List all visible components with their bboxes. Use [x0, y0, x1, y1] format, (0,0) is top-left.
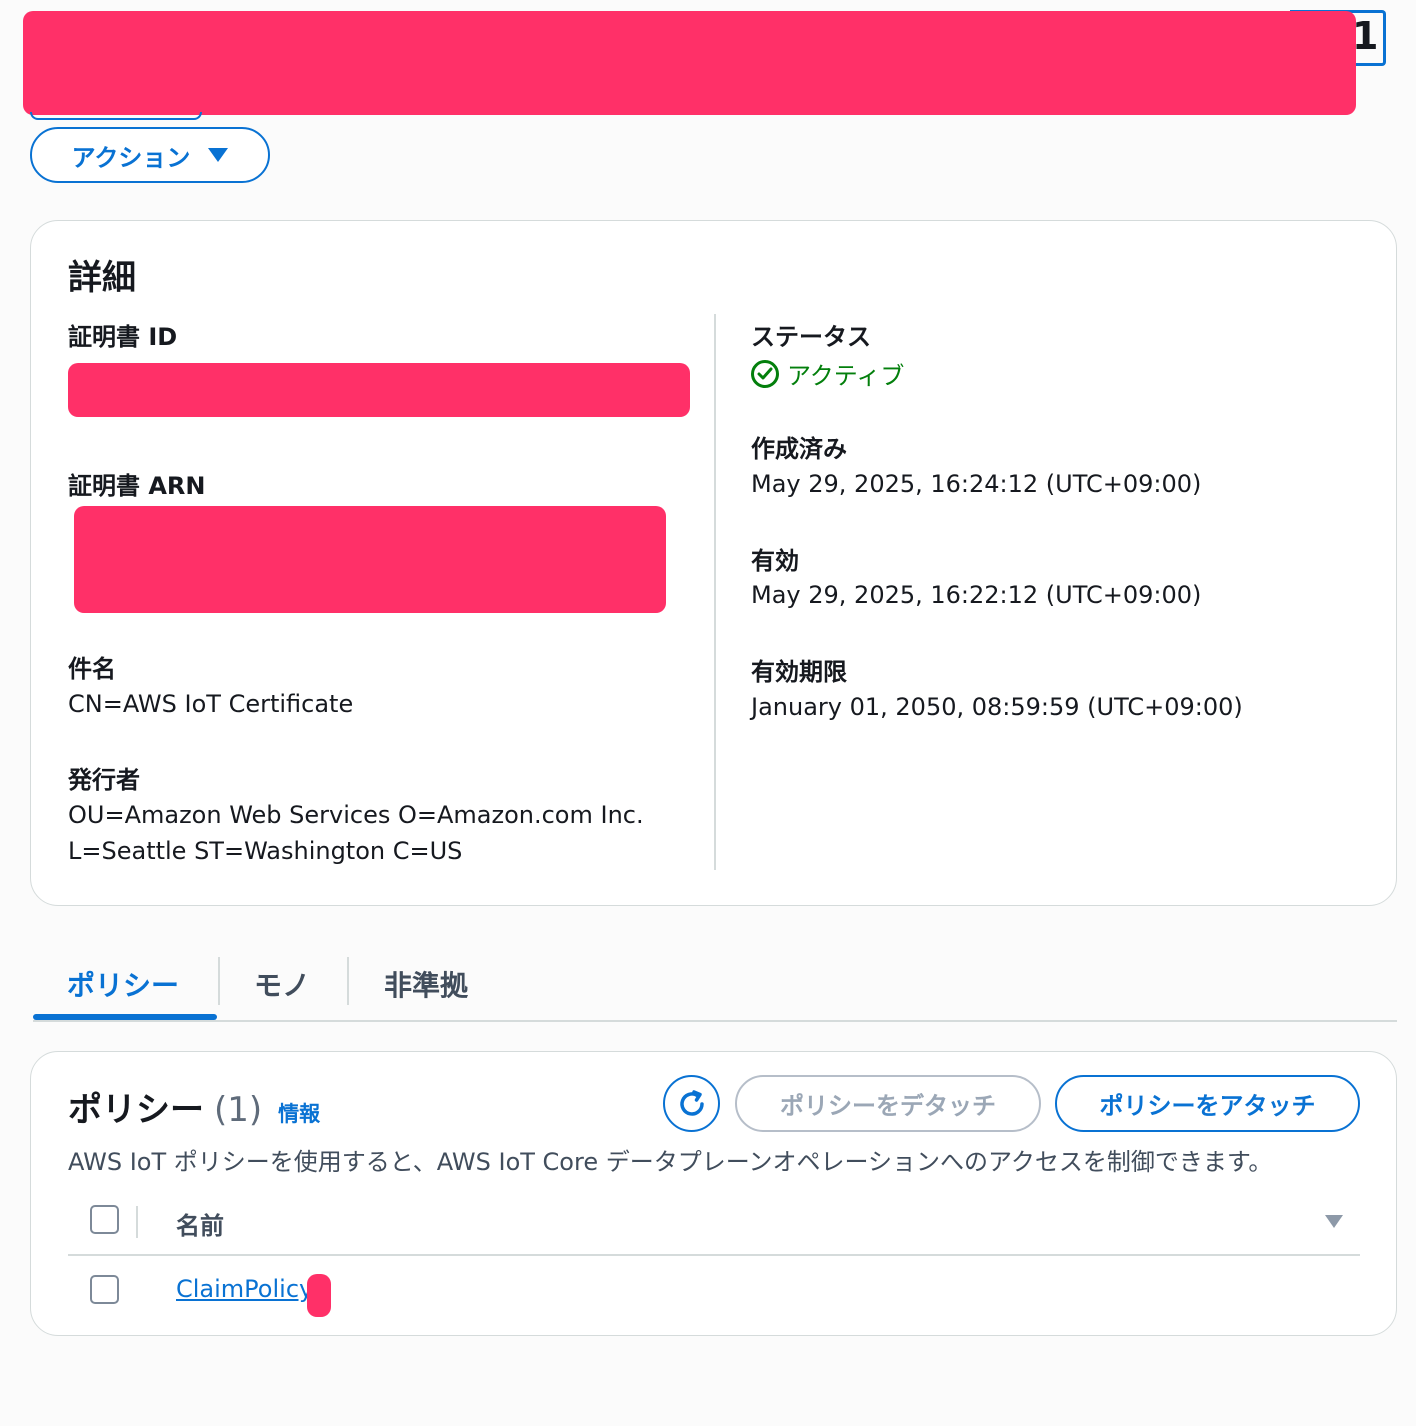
issuer-value-line1: OU=Amazon Web Services O=Amazon.com Inc.: [68, 801, 644, 829]
policies-header: ポリシー (1) 情報: [68, 1082, 320, 1131]
table-header-divider: [68, 1254, 1360, 1256]
attach-policy-button[interactable]: ポリシーをアタッチ: [1055, 1075, 1360, 1132]
tab-noncompliant[interactable]: 非準拠: [384, 964, 468, 1004]
active-tab-indicator: [33, 1014, 217, 1020]
tab-policies[interactable]: ポリシー: [67, 964, 179, 1004]
subject-value: CN=AWS IoT Certificate: [68, 690, 354, 718]
expiry-value: January 01, 2050, 08:59:59 (UTC+09:00): [751, 693, 1243, 721]
column-separator: [136, 1206, 138, 1238]
check-circle-icon: [751, 359, 779, 388]
sort-caret-icon[interactable]: [1325, 1215, 1343, 1228]
subject-label: 件名: [68, 655, 116, 683]
tabs-baseline: [33, 1020, 1397, 1022]
tab-things[interactable]: モノ: [254, 964, 310, 1004]
actions-dropdown-button[interactable]: アクション: [30, 127, 270, 183]
certificate-arn-label: 証明書 ARN: [68, 472, 206, 500]
policies-title: ポリシー: [68, 1090, 204, 1130]
policy-name-link[interactable]: ClaimPolicy: [176, 1275, 313, 1303]
created-value: May 29, 2025, 16:24:12 (UTC+09:00): [751, 470, 1202, 498]
status-value: アクティブ: [751, 356, 904, 391]
created-label: 作成済み: [751, 435, 847, 463]
header-tab-underline: [30, 112, 202, 120]
tab-separator: [347, 957, 349, 1005]
valid-label: 有効: [751, 547, 799, 575]
refresh-button[interactable]: [663, 1075, 720, 1132]
row-checkbox[interactable]: [90, 1275, 119, 1304]
actions-label: アクション: [71, 143, 191, 172]
status-label: ステータス: [751, 323, 871, 351]
select-all-checkbox[interactable]: [90, 1205, 119, 1234]
valid-value: May 29, 2025, 16:22:12 (UTC+09:00): [751, 581, 1202, 609]
redaction-header: [23, 11, 1356, 115]
policies-count: (1): [214, 1090, 263, 1130]
details-title: 詳細: [68, 258, 136, 298]
certificate-id-label: 証明書 ID: [68, 323, 178, 351]
column-header-name[interactable]: 名前: [176, 1206, 224, 1241]
detach-policy-button[interactable]: ポリシーをデタッチ: [735, 1075, 1041, 1132]
details-column-divider: [714, 314, 716, 870]
tab-separator: [218, 957, 220, 1005]
caret-down-icon: [208, 148, 229, 162]
redaction-policy-suffix: [307, 1274, 331, 1317]
issuer-label: 発行者: [68, 766, 140, 794]
issuer-value-line2: L=Seattle ST=Washington C=US: [68, 837, 463, 865]
policies-description: AWS IoT ポリシーを使用すると、AWS IoT Core データプレーンオ…: [68, 1148, 1273, 1176]
expiry-label: 有効期限: [751, 658, 847, 686]
redaction-certificate-id: [68, 363, 690, 417]
status-value-text: アクティブ: [787, 362, 905, 390]
info-link[interactable]: 情報: [278, 1098, 320, 1128]
redaction-certificate-arn: [74, 506, 666, 613]
refresh-icon: [679, 1089, 704, 1116]
